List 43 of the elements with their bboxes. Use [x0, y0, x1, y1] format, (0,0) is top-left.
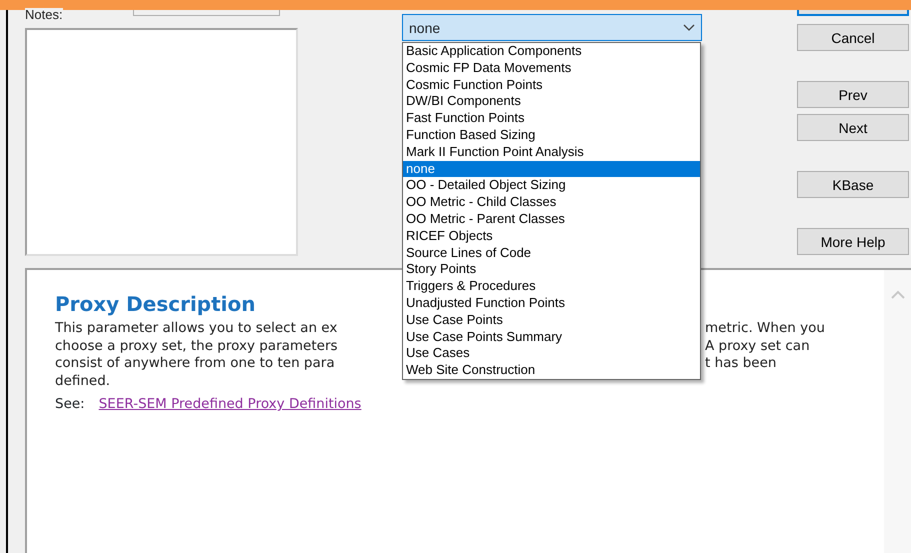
dropdown-option[interactable]: none	[403, 160, 700, 178]
dialog-button[interactable]: More Help	[797, 228, 909, 255]
dropdown-option[interactable]: Use Case Points Summary	[403, 328, 700, 346]
notes-label: Notes:	[25, 8, 63, 21]
chevron-down-icon	[683, 24, 695, 32]
dropdown-option[interactable]: Cosmic Function Points	[403, 76, 700, 94]
dropdown-option[interactable]: OO Metric - Child Classes	[403, 194, 700, 211]
dropdown-option[interactable]: Unadjusted Function Points	[403, 294, 700, 312]
dropdown-option[interactable]: Mark II Function Point Analysis	[403, 144, 700, 161]
definitions-link[interactable]: SEER-SEM Predefined Proxy Definitions	[98, 396, 362, 412]
scrollbar[interactable]	[884, 270, 911, 553]
text-field[interactable]	[132, 10, 280, 16]
dropdown-option[interactable]: DW/BI Components	[403, 93, 700, 110]
scroll-up-icon	[890, 290, 904, 299]
dropdown-option[interactable]: Story Points	[403, 261, 700, 278]
dropdown-option[interactable]: OO - Detailed Object Sizing	[403, 177, 700, 194]
dropdown-option[interactable]: Use Case Points	[403, 312, 700, 329]
description-text: A proxy set can	[705, 338, 811, 355]
section-heading: Proxy Description	[55, 292, 256, 316]
dialog-button[interactable]: KBase	[797, 171, 909, 198]
dropdown-option[interactable]: Triggers & Procedures	[403, 278, 700, 295]
dialog-button[interactable]: Prev	[797, 81, 909, 108]
proxy-dropdown[interactable]: none	[402, 14, 702, 41]
dropdown-option[interactable]: Fast Function Points	[403, 110, 700, 127]
dropdown-option[interactable]: Function Based Sizing	[403, 126, 700, 144]
see-label: See:	[55, 396, 85, 412]
dropdown-option[interactable]: RICEF Objects	[403, 228, 700, 245]
dialog-button[interactable]: Cancel	[797, 24, 909, 51]
dropdown-option[interactable]: Use Cases	[403, 345, 700, 362]
dropdown-option[interactable]: Cosmic FP Data Movements	[403, 60, 700, 77]
notes-field[interactable]	[25, 28, 298, 256]
dialog-button[interactable]: Next	[797, 114, 909, 141]
description-text: defined.	[55, 372, 112, 390]
description-text: t has been	[705, 355, 778, 372]
dropdown-option[interactable]: OO Metric - Parent Classes	[403, 210, 700, 228]
description-text: This parameter allows you to select an ex	[55, 320, 338, 338]
description-text: choose a proxy set, the proxy parameters	[55, 338, 339, 355]
dropdown-option[interactable]: Source Lines of Code	[403, 244, 700, 262]
dropdown-option[interactable]: Web Site Construction	[403, 362, 700, 379]
default-button[interactable]	[797, 10, 909, 16]
dropdown-option[interactable]: Basic Application Components	[403, 43, 700, 60]
description-text: metric. When you	[705, 320, 826, 338]
description-text: consist of anywhere from one to ten para	[55, 355, 336, 372]
